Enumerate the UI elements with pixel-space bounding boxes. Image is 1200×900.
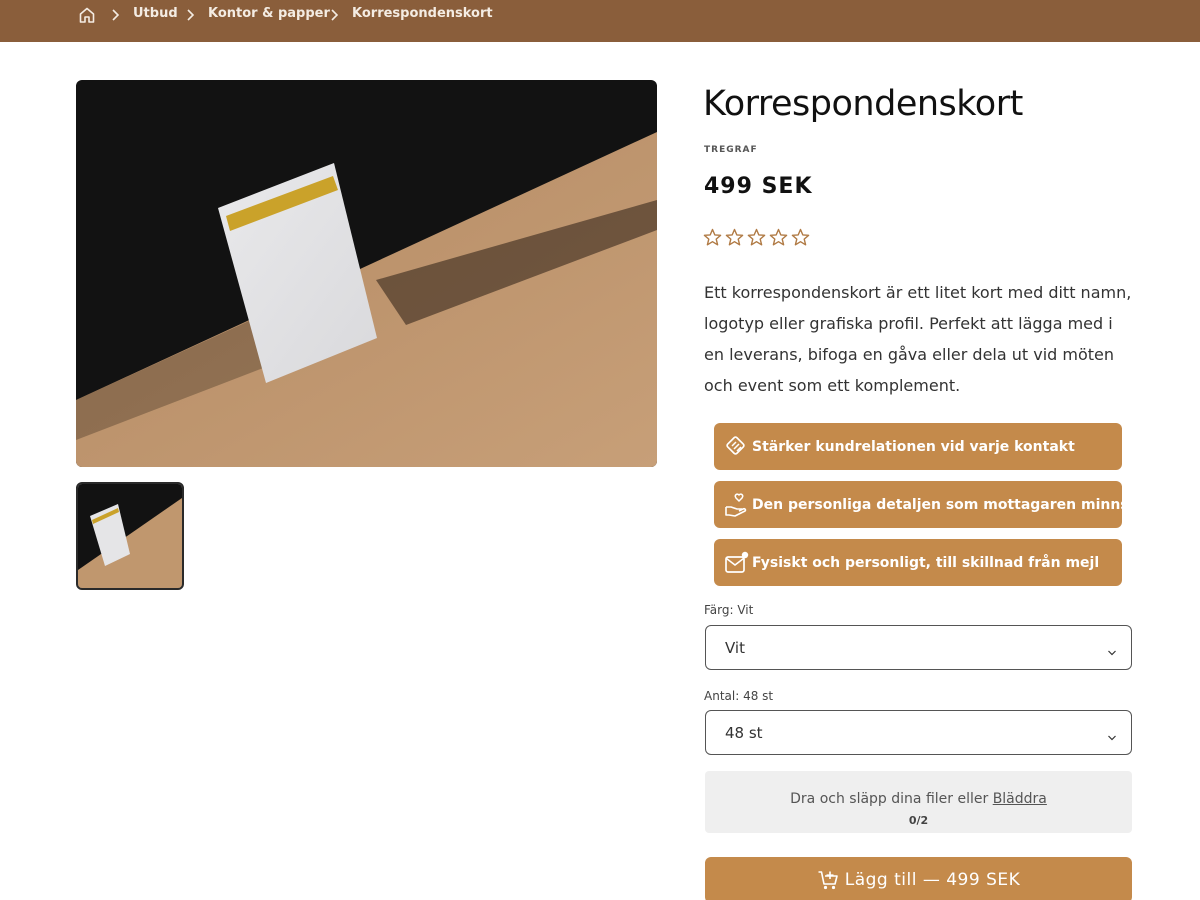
add-to-cart-label: Lägg till — 499 SEK (844, 870, 1021, 890)
breadcrumb-link-utbud[interactable]: Utbud (133, 6, 178, 21)
star-icon (791, 228, 810, 247)
product-vendor: TREGRAF (704, 145, 758, 155)
star-icon (725, 228, 744, 247)
benefit-badge: Stärker kundrelationen vid varje kontakt (714, 423, 1122, 470)
benefit-text: Fysiskt och personligt, till skillnad fr… (752, 554, 1100, 571)
quantity-select[interactable]: 48 st (705, 710, 1132, 755)
chevron-right-icon (330, 7, 340, 21)
hand-heart-icon (724, 492, 750, 518)
product-thumbnail[interactable] (76, 482, 184, 590)
breadcrumb-link-kontor-papper[interactable]: Kontor & papper (208, 6, 330, 21)
home-icon[interactable] (78, 6, 96, 24)
color-select[interactable]: Vit (705, 625, 1132, 670)
product-price: 499 SEK (704, 174, 813, 199)
benefit-text: Stärker kundrelationen vid varje kontakt (752, 438, 1075, 455)
color-option-label: Färg: Vit (704, 603, 754, 617)
benefit-badge: Den personliga detaljen som mottagaren m… (714, 481, 1129, 528)
color-select-value: Vit (725, 638, 745, 657)
rating-stars[interactable] (703, 228, 810, 247)
chevron-right-icon (186, 7, 196, 21)
cart-plus-icon (817, 869, 839, 891)
browse-link[interactable]: Bläddra (993, 791, 1047, 807)
mail-icon (724, 550, 750, 576)
breadcrumb: Utbud Kontor & papper Korrespondenskort (0, 0, 1200, 42)
file-count: 0/2 (908, 814, 929, 827)
product-description: Ett korrespondenskort är ett litet kort … (704, 283, 1132, 395)
chevron-right-icon (111, 7, 121, 21)
star-icon (703, 228, 722, 247)
benefit-text: Den personliga detaljen som mottagaren m… (752, 496, 1129, 513)
quantity-option-label: Antal: 48 st (704, 689, 774, 703)
product-main-image[interactable] (76, 80, 657, 467)
product-title: Korrespondenskort (703, 84, 1023, 124)
file-dropzone[interactable]: Dra och släpp dina filer eller Bläddra 0… (705, 771, 1132, 833)
benefit-badge: Fysiskt och personligt, till skillnad fr… (714, 539, 1122, 586)
star-icon (769, 228, 788, 247)
handshake-icon (724, 434, 750, 460)
breadcrumb-current-page[interactable]: Korrespondenskort (352, 6, 493, 21)
star-icon (747, 228, 766, 247)
dropzone-text-row: Dra och släpp dina filer eller Bläddra (705, 791, 1132, 807)
dropzone-text: Dra och släpp dina filer eller (790, 791, 989, 807)
chevron-down-icon (1107, 728, 1117, 741)
quantity-select-value: 48 st (725, 723, 763, 742)
chevron-down-icon (1107, 643, 1117, 656)
add-to-cart-button[interactable]: Lägg till — 499 SEK (705, 857, 1132, 900)
